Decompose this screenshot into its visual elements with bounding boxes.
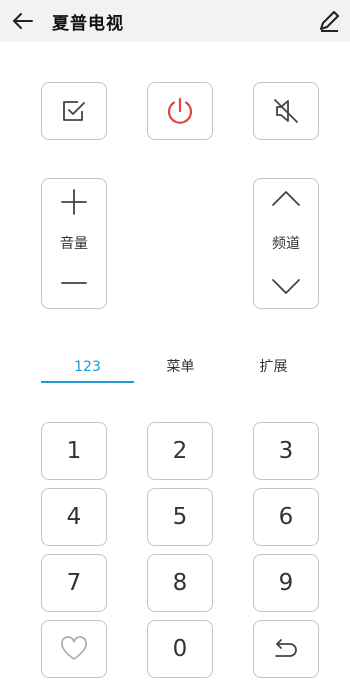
tab-numbers[interactable]: 123 — [41, 352, 134, 384]
channel-down-icon[interactable] — [271, 276, 301, 296]
key-1[interactable]: 1 — [41, 422, 107, 480]
confirm-button[interactable] — [41, 82, 107, 140]
page-title: 夏普电视 — [52, 14, 124, 34]
return-button[interactable] — [253, 620, 319, 678]
tab-menu[interactable]: 菜单 — [134, 352, 227, 384]
mute-button[interactable] — [253, 82, 319, 140]
tab-extend[interactable]: 扩展 — [227, 352, 320, 384]
active-tab-indicator — [41, 381, 134, 383]
volume-control: 音量 — [41, 178, 107, 309]
favorite-button[interactable] — [41, 620, 107, 678]
checkbox-icon — [63, 101, 85, 121]
tab-bar: 123 菜单 扩展 — [0, 352, 350, 384]
back-button[interactable] — [6, 4, 40, 38]
key-4[interactable]: 4 — [41, 488, 107, 546]
volume-down-icon[interactable] — [61, 270, 87, 296]
channel-label: 频道 — [272, 235, 300, 252]
key-6[interactable]: 6 — [253, 488, 319, 546]
mute-icon — [274, 99, 298, 123]
arrow-left-icon — [13, 13, 33, 29]
heart-icon — [61, 636, 87, 660]
power-button[interactable] — [147, 82, 213, 140]
volume-up-icon[interactable] — [61, 189, 87, 215]
key-2[interactable]: 2 — [147, 422, 213, 480]
key-0[interactable]: 0 — [147, 620, 213, 678]
key-9[interactable]: 9 — [253, 554, 319, 612]
channel-up-icon[interactable] — [271, 189, 301, 209]
volume-label: 音量 — [60, 235, 88, 252]
key-5[interactable]: 5 — [147, 488, 213, 546]
key-7[interactable]: 7 — [41, 554, 107, 612]
app-header: 夏普电视 — [0, 0, 350, 42]
key-8[interactable]: 8 — [147, 554, 213, 612]
power-icon — [167, 97, 193, 124]
key-3[interactable]: 3 — [253, 422, 319, 480]
edit-button[interactable] — [312, 4, 346, 38]
channel-control: 频道 — [253, 178, 319, 309]
return-icon — [275, 639, 297, 657]
pencil-icon — [320, 11, 339, 32]
